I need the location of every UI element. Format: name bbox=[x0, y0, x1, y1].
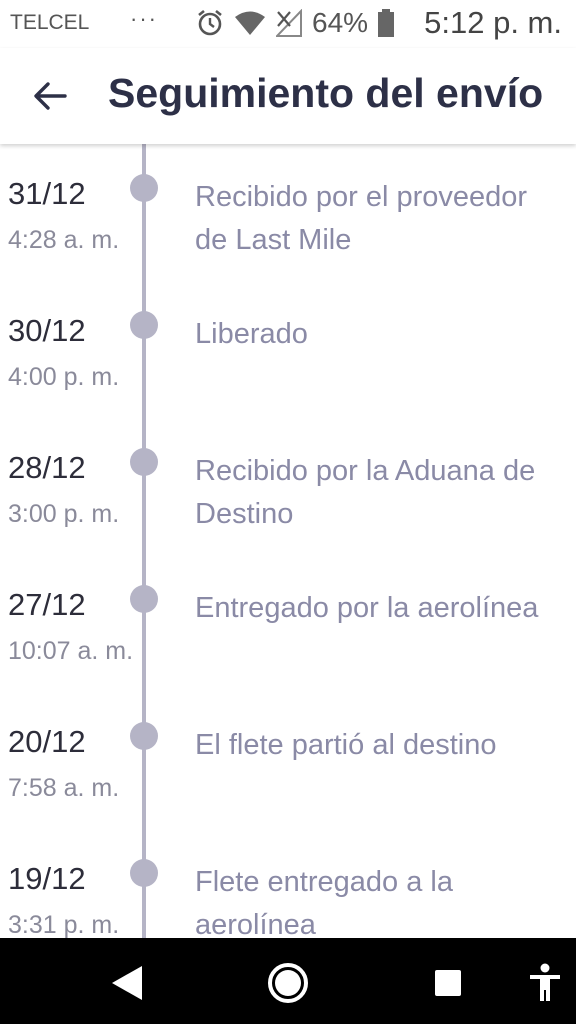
square-recents-icon bbox=[435, 970, 461, 996]
triangle-back-icon bbox=[112, 966, 142, 1000]
event-date: 31/12 bbox=[8, 176, 86, 211]
clock: 5:12 p. m. bbox=[424, 5, 562, 40]
more-notifications-icon: ··· bbox=[130, 6, 158, 31]
nav-back-button[interactable] bbox=[102, 958, 152, 1008]
event-description: Recibido por la Aduana de Destino bbox=[195, 455, 536, 530]
event-date: 19/12 bbox=[8, 861, 86, 896]
status-bar: TELCEL ··· 64% 5:12 p. m. bbox=[0, 0, 576, 48]
nav-recents-button[interactable] bbox=[423, 958, 473, 1008]
timeline-dot bbox=[130, 585, 158, 613]
wifi-icon bbox=[234, 10, 266, 36]
timeline-event: 28/12 3:00 p. m. Recibido por la Aduana … bbox=[0, 418, 576, 555]
timeline-dot bbox=[130, 859, 158, 887]
circle-home-icon bbox=[268, 963, 308, 1003]
app-bar: Seguimiento del envío bbox=[0, 48, 576, 144]
event-description: Liberado bbox=[195, 318, 308, 350]
timeline-dot bbox=[130, 722, 158, 750]
timeline-dot bbox=[130, 448, 158, 476]
event-date: 27/12 bbox=[8, 587, 86, 622]
event-date: 30/12 bbox=[8, 313, 86, 348]
event-date: 28/12 bbox=[8, 450, 86, 485]
timeline-event: 31/12 4:28 a. m. Recibido por el proveed… bbox=[0, 144, 576, 281]
event-time: 10:07 a. m. bbox=[8, 637, 134, 665]
nav-home-button[interactable] bbox=[263, 958, 313, 1008]
event-time: 4:28 a. m. bbox=[8, 226, 120, 254]
event-time: 3:00 p. m. bbox=[8, 500, 120, 528]
arrow-left-icon bbox=[34, 82, 67, 110]
event-description: El flete partió al destino bbox=[195, 729, 497, 761]
page-title: Seguimiento del envío bbox=[108, 70, 544, 116]
accessibility-icon bbox=[530, 963, 560, 1001]
tracking-timeline: 31/12 4:28 a. m. Recibido por el proveed… bbox=[0, 144, 576, 938]
timeline-event: 19/12 3:31 p. m. Flete entregado a la ae… bbox=[0, 829, 576, 938]
system-nav-bar bbox=[0, 938, 576, 1024]
timeline-event: 27/12 10:07 a. m. Entregado por la aerol… bbox=[0, 555, 576, 692]
event-description: Flete entregado a la aerolínea bbox=[195, 866, 453, 938]
battery-icon bbox=[378, 9, 395, 37]
alarm-icon bbox=[196, 9, 224, 37]
event-date: 20/12 bbox=[8, 724, 86, 759]
carrier-name: TELCEL bbox=[10, 11, 90, 34]
timeline-event: 20/12 7:58 a. m. El flete partió al dest… bbox=[0, 692, 576, 829]
timeline-dot bbox=[130, 174, 158, 202]
battery-percentage: 64% bbox=[312, 7, 369, 38]
accessibility-button[interactable] bbox=[520, 958, 570, 1008]
status-icons: 64% bbox=[196, 6, 395, 40]
timeline-dot bbox=[130, 311, 158, 339]
event-description: Recibido por el proveedor de Last Mile bbox=[195, 181, 528, 256]
signal-icon bbox=[276, 9, 302, 37]
event-time: 7:58 a. m. bbox=[8, 774, 120, 802]
event-description: Entregado por la aerolínea bbox=[195, 592, 539, 624]
event-time: 4:00 p. m. bbox=[8, 363, 120, 391]
timeline-event: 30/12 4:00 p. m. Liberado bbox=[0, 281, 576, 418]
event-time: 3:31 p. m. bbox=[8, 911, 120, 938]
back-button[interactable] bbox=[24, 72, 76, 120]
